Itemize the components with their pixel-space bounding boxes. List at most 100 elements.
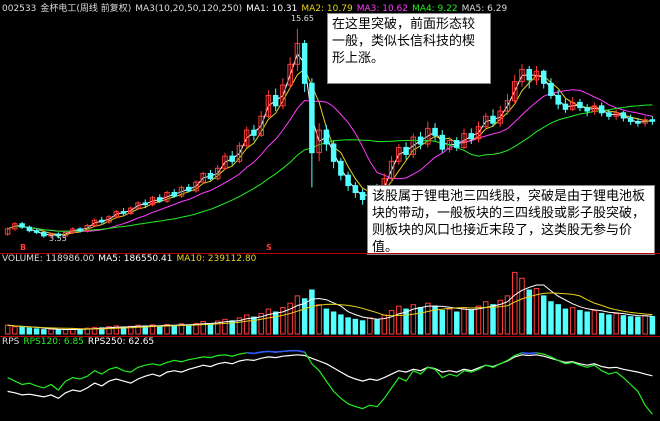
volume-bar — [627, 316, 634, 335]
candle-body — [439, 134, 446, 150]
volume-bar — [41, 329, 47, 335]
candle-body — [627, 117, 634, 122]
volume-bar — [185, 324, 192, 335]
candle-body — [309, 82, 315, 154]
volume-bar — [338, 314, 344, 335]
candle-body — [229, 155, 235, 162]
rps120-strong-segment — [253, 351, 262, 355]
volume-ma10: MA10: 239112.80 — [176, 254, 257, 264]
rps120-strong-segment — [297, 349, 305, 353]
candle-body — [490, 115, 496, 124]
ma1-value: MA1: 10.31 — [246, 4, 298, 14]
volume-bar — [330, 311, 337, 335]
candle-body — [77, 228, 83, 232]
volume-bar — [439, 310, 446, 335]
candle-body — [403, 146, 409, 155]
volume-bar — [345, 317, 351, 335]
stock-code: 002533 — [2, 4, 37, 14]
volume-bar — [635, 316, 641, 335]
candle-body — [99, 219, 105, 223]
volume-bar — [613, 312, 619, 335]
candle-body — [562, 103, 569, 110]
volume-bar — [48, 328, 54, 335]
rps120-strong-segment — [261, 350, 269, 353]
volume-bar — [562, 308, 569, 335]
volume-bar — [26, 327, 33, 335]
volume-bar — [446, 308, 453, 335]
candle-body — [19, 223, 25, 228]
rps250-value: RPS250: 62.65 — [87, 337, 155, 347]
volume-bar — [272, 311, 279, 335]
volume-bar — [4, 324, 11, 335]
volume-bar — [294, 295, 301, 335]
rps250-line — [7, 354, 653, 399]
candle-body — [272, 94, 279, 107]
volume-bar — [309, 289, 315, 335]
high-price-label: 15.65 — [291, 14, 314, 23]
volume-bar — [157, 325, 163, 335]
candle-body — [207, 172, 214, 180]
volume-bar — [12, 326, 18, 335]
candle-body — [323, 129, 330, 145]
ma-label: MA3(10,20,50,120,250) — [135, 4, 243, 14]
candle-body — [598, 105, 605, 114]
rps120-strong-segment — [521, 351, 530, 355]
rps120-strong-segment — [275, 350, 283, 353]
volume-bar — [454, 311, 460, 335]
volume-bar — [555, 304, 561, 335]
candle-body — [606, 112, 612, 117]
volume-bar — [620, 315, 627, 335]
volume-bar — [243, 314, 250, 335]
rps120-strong-segment — [246, 351, 255, 355]
candle-body — [540, 70, 547, 84]
volume-bar — [207, 323, 214, 335]
volume-bar — [584, 311, 590, 335]
candle-body — [338, 160, 344, 176]
volume-bar — [19, 326, 25, 335]
volume-bar — [540, 295, 547, 335]
volume-bar — [396, 305, 402, 335]
candle-body — [548, 82, 554, 96]
candle-body — [142, 202, 149, 206]
candle-body — [620, 112, 627, 119]
volume-bar — [649, 316, 656, 335]
volume-bar — [591, 310, 598, 335]
volume-bar — [475, 305, 482, 335]
annotation-analysis-note: 该股属于锂电池三四线股，突破是由于锂电池板块的带动，一般板块的三四线股或影子股突… — [367, 185, 655, 255]
stock-name: 金杯电工(周线 前复权) — [40, 4, 132, 14]
candle-body — [649, 119, 656, 122]
rps120-value: RPS120: 6.85 — [23, 337, 84, 347]
volume-value: VOLUME: 118986.00 — [2, 254, 95, 264]
candle-body — [157, 197, 163, 202]
candle-body — [468, 133, 475, 140]
candle-body — [555, 94, 561, 105]
rps120-strong-segment — [282, 349, 291, 353]
volume-bar — [519, 277, 525, 335]
volume-bar — [171, 324, 177, 335]
candle-body — [41, 231, 47, 237]
volume-bar — [598, 312, 605, 335]
candle-body — [26, 226, 33, 232]
low-price-label: 3.55 — [49, 234, 67, 243]
volume-bar — [461, 307, 467, 335]
candle-body — [185, 186, 192, 192]
volume-bar — [606, 314, 612, 335]
volume-bar — [367, 317, 373, 335]
rps120-strong-segment — [268, 350, 276, 353]
candle-body — [359, 192, 366, 200]
volume-bar — [352, 318, 359, 335]
candle-body — [345, 174, 351, 187]
candle-body — [330, 143, 337, 162]
candle-body — [584, 107, 590, 112]
candle-body — [635, 120, 641, 124]
volume-bar — [577, 310, 583, 335]
volume-bar — [425, 302, 431, 335]
candle-body — [251, 129, 257, 136]
volume-bar — [417, 307, 424, 335]
candle-body — [33, 230, 40, 233]
rps120-strong-segment — [529, 351, 537, 355]
volume-bar — [642, 315, 648, 335]
volume-bar — [468, 309, 475, 335]
volume-bar — [251, 316, 257, 335]
volume-bar — [388, 310, 395, 335]
